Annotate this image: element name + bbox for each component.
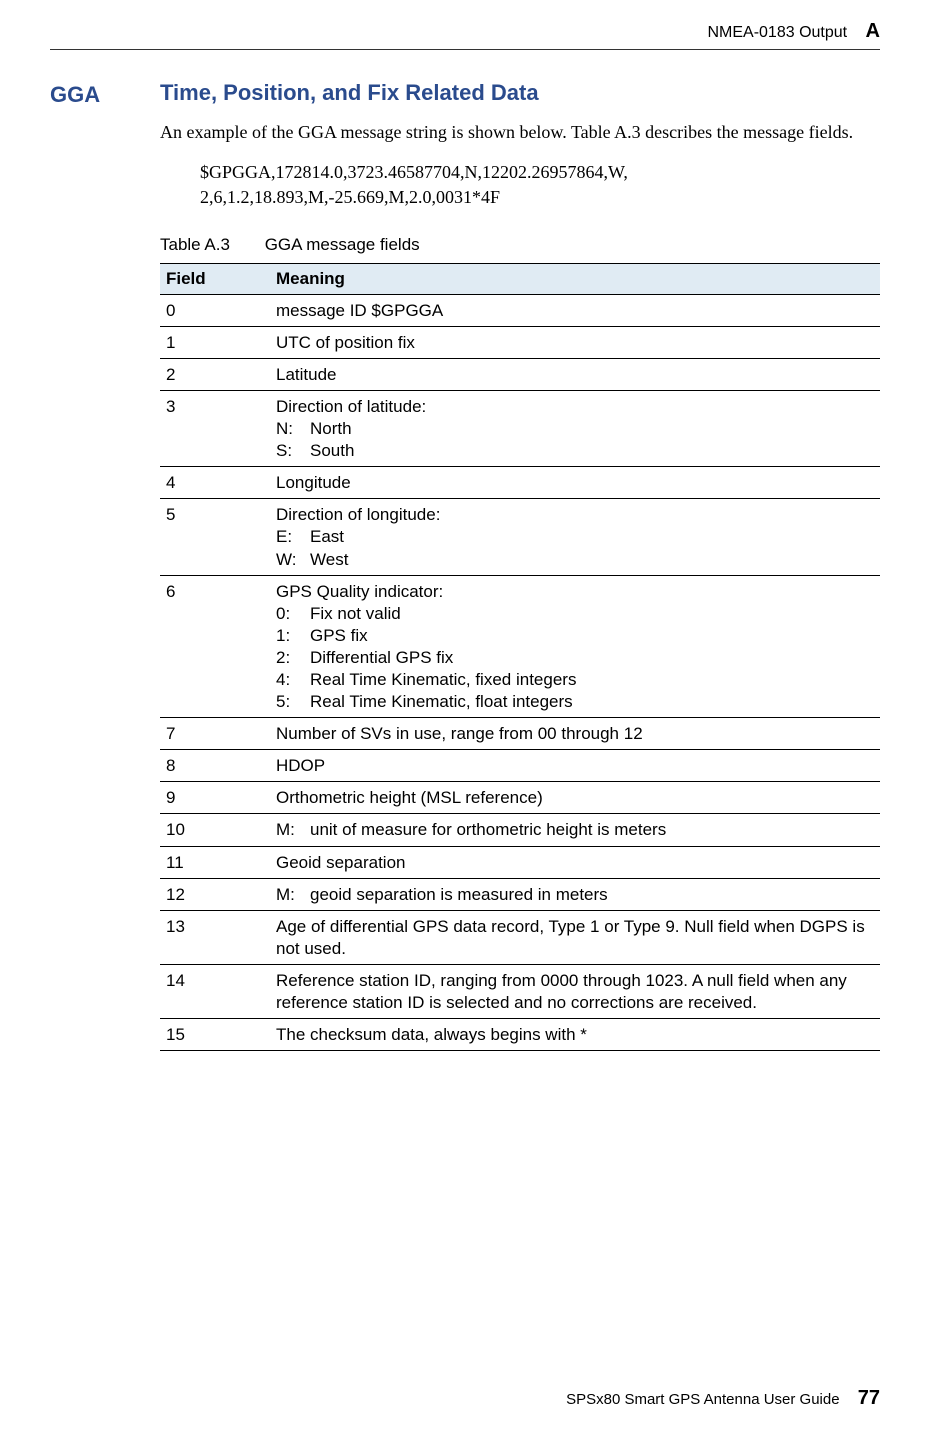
sublist-item: W:West bbox=[276, 549, 874, 571]
section-tag: GGA bbox=[50, 80, 110, 1051]
table-row: 5Direction of longitude:E:EastW:West bbox=[160, 499, 880, 575]
table-row: 13Age of differential GPS data record, T… bbox=[160, 910, 880, 964]
table-row: 6GPS Quality indicator:0:Fix not valid1:… bbox=[160, 575, 880, 718]
section-intro: An example of the GGA message string is … bbox=[160, 120, 880, 144]
table-row: 15The checksum data, always begins with … bbox=[160, 1019, 880, 1051]
sublist-item: 5:Real Time Kinematic, float integers bbox=[276, 691, 874, 713]
cell-meaning: Longitude bbox=[270, 467, 880, 499]
cell-meaning: message ID $GPGGA bbox=[270, 294, 880, 326]
table-label: Table A.3 bbox=[160, 235, 230, 254]
footer-page-number: 77 bbox=[858, 1387, 880, 1409]
table-row: 9Orthometric height (MSL reference) bbox=[160, 782, 880, 814]
col-header-meaning: Meaning bbox=[270, 263, 880, 294]
sublist-item: 0:Fix not valid bbox=[276, 603, 874, 625]
cell-field: 8 bbox=[160, 750, 270, 782]
cell-meaning: Reference station ID, ranging from 0000 … bbox=[270, 964, 880, 1018]
sublist-item: N:North bbox=[276, 418, 874, 440]
sublist-item: 4:Real Time Kinematic, fixed integers bbox=[276, 669, 874, 691]
cell-field: 3 bbox=[160, 390, 270, 466]
table-row: 2Latitude bbox=[160, 358, 880, 390]
cell-meaning: Direction of longitude:E:EastW:West bbox=[270, 499, 880, 575]
cell-field: 14 bbox=[160, 964, 270, 1018]
section-title: Time, Position, and Fix Related Data bbox=[160, 80, 880, 106]
cell-field: 9 bbox=[160, 782, 270, 814]
table-row: 14Reference station ID, ranging from 000… bbox=[160, 964, 880, 1018]
sublist-item: E:East bbox=[276, 526, 874, 548]
cell-field: 5 bbox=[160, 499, 270, 575]
table-row: 1UTC of position fix bbox=[160, 326, 880, 358]
cell-field: 7 bbox=[160, 718, 270, 750]
cell-meaning: Geoid separation bbox=[270, 846, 880, 878]
cell-field: 10 bbox=[160, 814, 270, 846]
cell-meaning: Direction of latitude:N:NorthS:South bbox=[270, 390, 880, 466]
cell-field: 2 bbox=[160, 358, 270, 390]
cell-meaning: HDOP bbox=[270, 750, 880, 782]
cell-field: 13 bbox=[160, 910, 270, 964]
table-row: 0message ID $GPGGA bbox=[160, 294, 880, 326]
cell-meaning: The checksum data, always begins with * bbox=[270, 1019, 880, 1051]
table-title: GGA message fields bbox=[265, 235, 420, 254]
table-row: 12M:geoid separation is measured in mete… bbox=[160, 878, 880, 910]
cell-field: 11 bbox=[160, 846, 270, 878]
running-header: NMEA-0183 Output A bbox=[50, 20, 880, 50]
footer-guide: SPSx80 Smart GPS Antenna User Guide bbox=[566, 1391, 839, 1408]
chapter-letter: A bbox=[866, 20, 880, 42]
cell-meaning: UTC of position fix bbox=[270, 326, 880, 358]
cell-field: 12 bbox=[160, 878, 270, 910]
table-row: 4Longitude bbox=[160, 467, 880, 499]
cell-field: 0 bbox=[160, 294, 270, 326]
cell-meaning: GPS Quality indicator:0:Fix not valid1:G… bbox=[270, 575, 880, 718]
cell-meaning: M:unit of measure for orthometric height… bbox=[270, 814, 880, 846]
table-row: 11Geoid separation bbox=[160, 846, 880, 878]
cell-field: 4 bbox=[160, 467, 270, 499]
cell-meaning: Number of SVs in use, range from 00 thro… bbox=[270, 718, 880, 750]
sublist-item: 1:GPS fix bbox=[276, 625, 874, 647]
cell-field: 15 bbox=[160, 1019, 270, 1051]
table-row: 10M:unit of measure for orthometric heig… bbox=[160, 814, 880, 846]
example-line-1: $GPGGA,172814.0,3723.46587704,N,12202.26… bbox=[200, 160, 880, 185]
example-block: $GPGGA,172814.0,3723.46587704,N,12202.26… bbox=[200, 160, 880, 210]
cell-meaning: Orthometric height (MSL reference) bbox=[270, 782, 880, 814]
cell-meaning: M:geoid separation is measured in meters bbox=[270, 878, 880, 910]
table-row: 7Number of SVs in use, range from 00 thr… bbox=[160, 718, 880, 750]
table-row: 3Direction of latitude:N:NorthS:South bbox=[160, 390, 880, 466]
cell-field: 6 bbox=[160, 575, 270, 718]
cell-meaning: Latitude bbox=[270, 358, 880, 390]
table-row: 8HDOP bbox=[160, 750, 880, 782]
cell-field: 1 bbox=[160, 326, 270, 358]
cell-meaning: Age of differential GPS data record, Typ… bbox=[270, 910, 880, 964]
table-caption: Table A.3 GGA message fields bbox=[160, 235, 880, 255]
col-header-field: Field bbox=[160, 263, 270, 294]
fields-table: Field Meaning 0message ID $GPGGA1UTC of … bbox=[160, 263, 880, 1052]
sublist-item: S:South bbox=[276, 440, 874, 462]
example-line-2: 2,6,1.2,18.893,M,-25.669,M,2.0,0031*4F bbox=[200, 185, 880, 210]
sublist-item: 2:Differential GPS fix bbox=[276, 647, 874, 669]
page-footer: SPSx80 Smart GPS Antenna User Guide 77 bbox=[566, 1387, 880, 1410]
chapter-label: NMEA-0183 Output bbox=[707, 24, 847, 41]
